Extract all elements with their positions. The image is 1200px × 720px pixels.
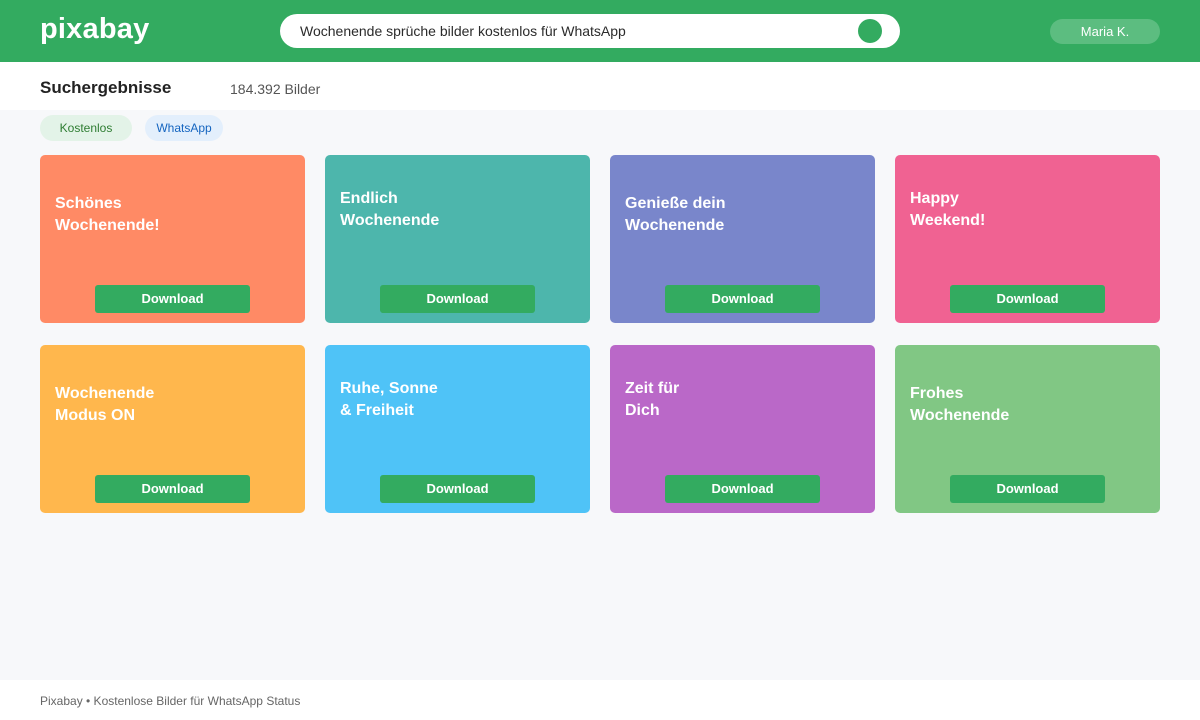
download-button[interactable]: Download <box>95 285 250 313</box>
download-button[interactable]: Download <box>665 285 820 313</box>
image-card[interactable]: Frohes Wochenende Download <box>895 345 1160 513</box>
search-icon[interactable] <box>858 19 882 43</box>
pixabay-logo[interactable]: pixabay <box>40 13 149 46</box>
results-count: 184.392 Bilder <box>230 81 321 97</box>
card-caption: Frohes Wochenende <box>910 385 1010 424</box>
search-input[interactable]: Wochenende sprüche bilder kostenlos für … <box>300 23 626 39</box>
top-navigation-bar: pixabay Wochenende sprüche bilder kosten… <box>0 0 1200 62</box>
image-card[interactable]: Schönes Wochenende! Download <box>40 155 305 323</box>
card-caption: Ruhe, Sonne & Freiheit <box>340 380 438 419</box>
card-caption: Genieße dein Wochenende <box>625 195 726 234</box>
download-button[interactable]: Download <box>380 475 535 503</box>
image-card[interactable]: Genieße dein Wochenende Download <box>610 155 875 323</box>
results-title: Suchergebnisse <box>40 78 172 97</box>
image-card[interactable]: Ruhe, Sonne & Freiheit Download <box>325 345 590 513</box>
footer: Pixabay • Kostenlose Bilder für WhatsApp… <box>0 680 1200 720</box>
image-card[interactable]: Happy Weekend! Download <box>895 155 1160 323</box>
filter-tag-kostenlos[interactable]: Kostenlos <box>40 115 132 141</box>
results-header: Suchergebnisse 184.392 Bilder <box>0 62 1200 110</box>
download-button[interactable]: Download <box>665 475 820 503</box>
search-bar[interactable]: Wochenende sprüche bilder kostenlos für … <box>280 14 900 48</box>
card-caption: Endlich Wochenende <box>340 190 440 229</box>
footer-text: Pixabay • Kostenlose Bilder für WhatsApp… <box>40 694 301 708</box>
card-caption: Zeit für Dich <box>625 380 680 419</box>
download-button[interactable]: Download <box>950 285 1105 313</box>
image-card[interactable]: Wochenende Modus ON Download <box>40 345 305 513</box>
filter-tag-whatsapp[interactable]: WhatsApp <box>145 115 223 141</box>
download-button[interactable]: Download <box>950 475 1105 503</box>
card-caption: Schönes Wochenende! <box>55 195 160 234</box>
download-button[interactable]: Download <box>380 285 535 313</box>
image-card[interactable]: Zeit für Dich Download <box>610 345 875 513</box>
user-menu-button[interactable]: Maria K. <box>1050 19 1160 44</box>
download-button[interactable]: Download <box>95 475 250 503</box>
card-caption: Wochenende Modus ON <box>55 385 155 424</box>
card-caption: Happy Weekend! <box>910 190 986 229</box>
image-card[interactable]: Endlich Wochenende Download <box>325 155 590 323</box>
